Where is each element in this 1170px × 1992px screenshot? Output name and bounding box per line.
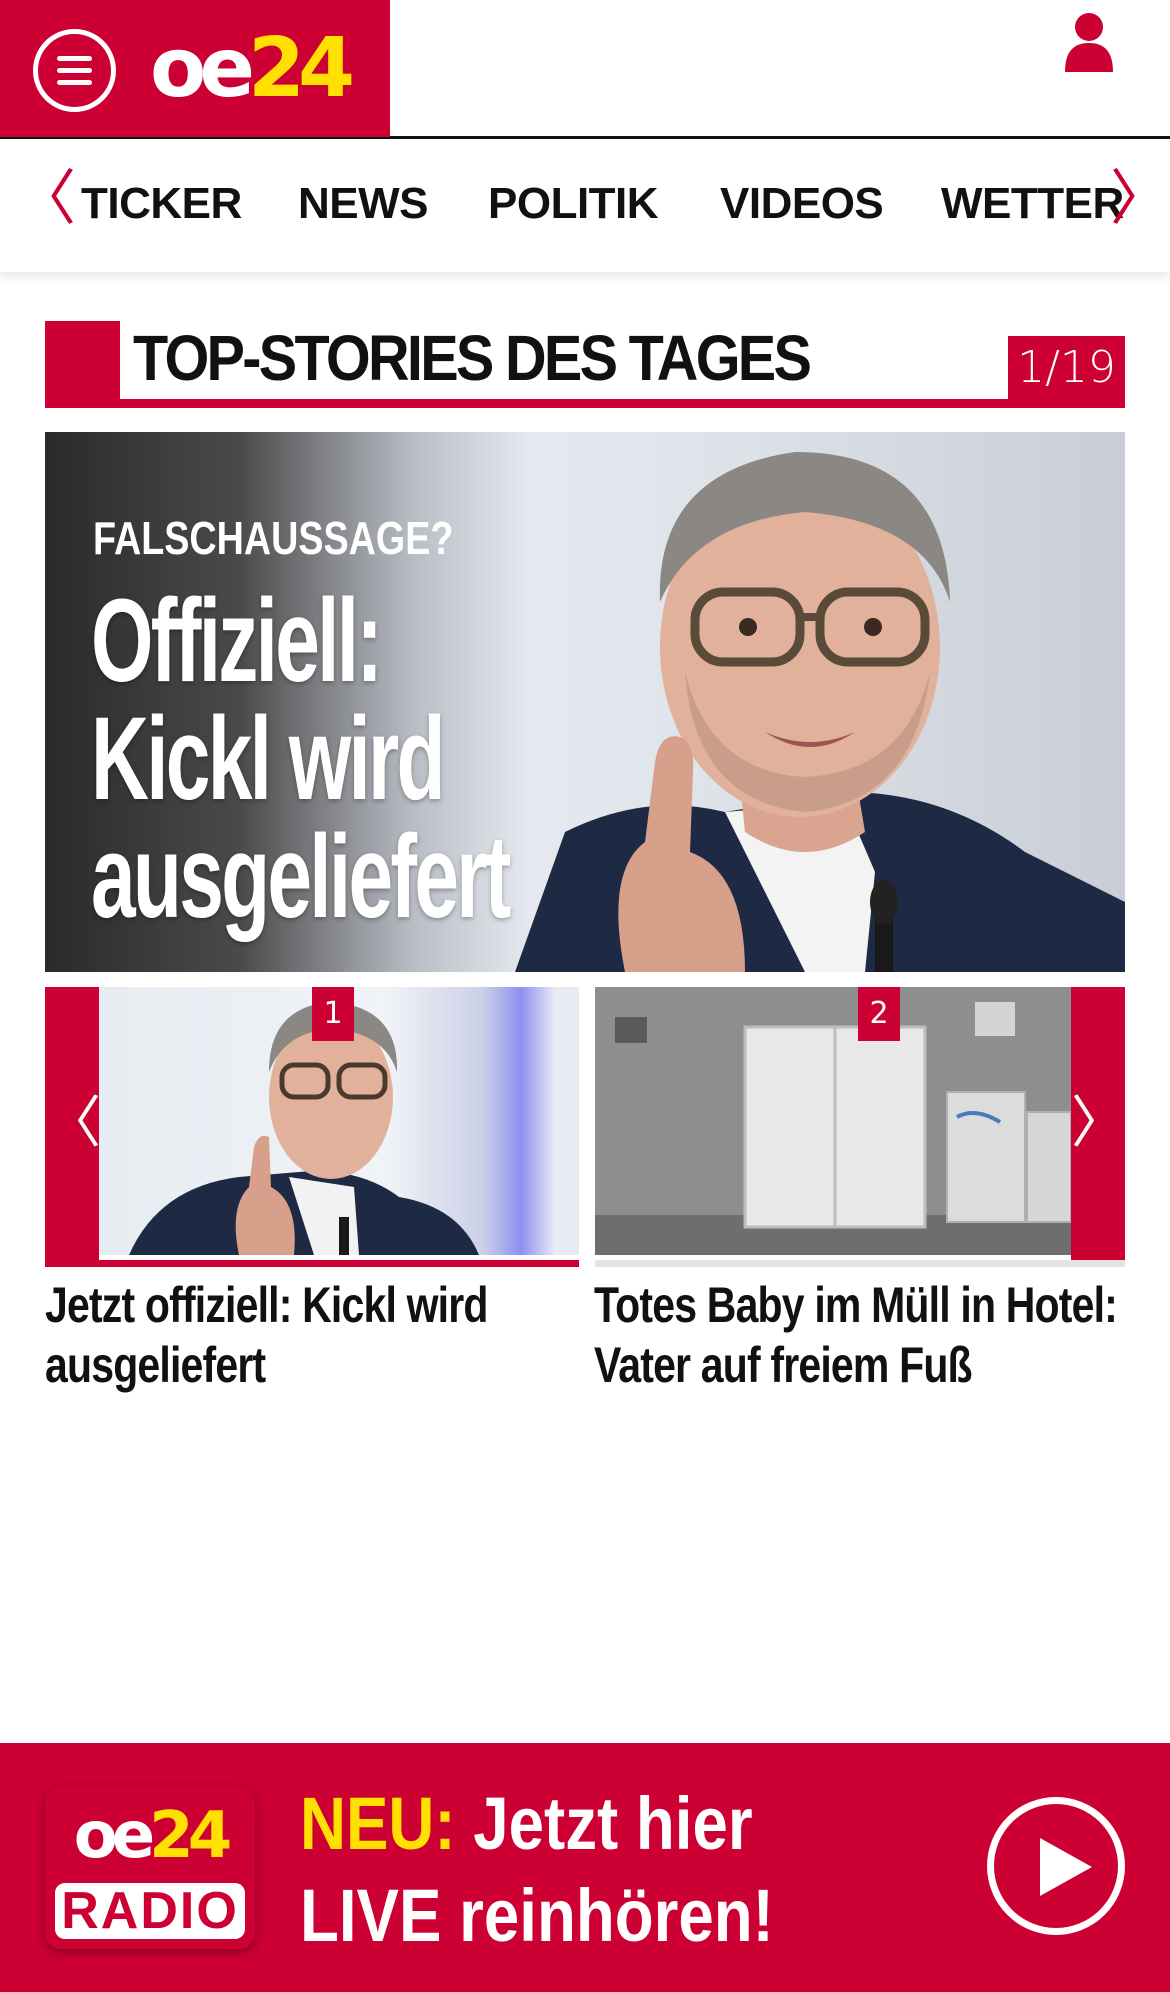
section-title: TOP-STORIES DES TAGES [133,322,812,394]
section-header: TOP-STORIES DES TAGES 1/19 [45,321,1125,408]
banner-headline: NEU: Jetzt hier [300,1782,753,1865]
nav-item-videos[interactable]: VIDEOS [720,179,884,229]
carousel-next-icon[interactable]: 〉 [1071,987,1127,1260]
nav-item-wetter[interactable]: WETTER [941,179,1124,229]
hamburger-menu-icon[interactable] [33,29,116,112]
slide-counter: 1/19 [1008,336,1125,399]
nav-item-news[interactable]: NEWS [298,179,429,229]
story-number-badge: 2 [858,987,900,1041]
hero-kicker: FALSCHAUSSAGE? [93,512,454,564]
nav-item-ticker[interactable]: TICKER [81,179,242,229]
category-nav: 〈 TICKER NEWS POLITIK VIDEOS WETTER 〉 [0,139,1170,272]
section-underline [45,399,1125,408]
hero-story[interactable]: FALSCHAUSSAGE? Offiziell: Kickl wird aus… [45,432,1125,972]
section-accent [45,321,120,408]
story-thumbnail-photo [595,987,1071,1255]
radio-banner[interactable]: oe24 RADIO NEU: Jetzt hier LIVE reinhöre… [0,1743,1170,1992]
nav-item-politik[interactable]: POLITIK [488,179,659,229]
inactive-indicator [595,1260,1125,1267]
radio-logo: oe24 RADIO [45,1787,255,1949]
user-icon[interactable] [1063,12,1115,72]
header: oe24 [0,0,1170,139]
active-indicator [45,1260,579,1267]
play-icon[interactable] [987,1797,1125,1935]
nav-scroll-right-icon[interactable]: 〉 [1110,169,1170,229]
site-logo[interactable]: oe24 [150,24,355,114]
carousel-prev-icon[interactable]: 〈 [45,987,101,1260]
story-caption-1[interactable]: Jetzt offiziell: Kickl wird ausgeliefert [45,1275,570,1395]
brand-block: oe24 [0,0,390,137]
hero-headline: Offiziell: Kickl wird ausgeliefert [91,575,511,943]
nav-scroll-left-icon[interactable]: 〈 [16,169,76,229]
banner-subline: LIVE reinhören! [300,1874,774,1957]
story-number-badge: 1 [312,987,354,1041]
story-thumbnail-2[interactable] [595,987,1071,1255]
story-caption-2[interactable]: Totes Baby im Müll in Hotel: Vater auf f… [594,1275,1160,1395]
story-carousel: 〈 1 2 〉 [45,987,1127,1267]
